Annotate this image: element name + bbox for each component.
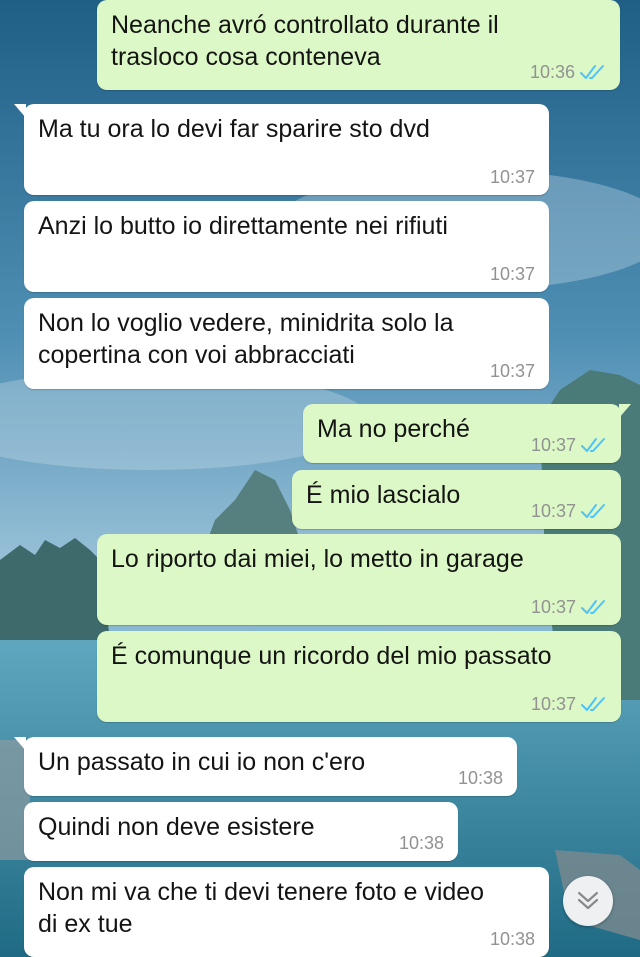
double-check-icon: [580, 65, 604, 79]
incoming-message[interactable]: Ma tu ora lo devi far sparire sto dvd 10:…: [14, 104, 549, 195]
message-time: 10:38: [457, 768, 503, 788]
double-check-icon: [581, 697, 605, 711]
incoming-message[interactable]: Anzi lo butto io direttamente nei rifiut…: [24, 201, 549, 292]
message-time: 10:37: [489, 264, 535, 284]
message-text: Anzi lo butto io direttamente nei rifiut…: [38, 212, 448, 240]
message-text: Lo riporto dai miei, lo metto in garage: [111, 545, 524, 573]
outgoing-message[interactable]: É comunque un ricordo del mio passato 10:…: [97, 631, 621, 722]
message-meta: 10:38: [399, 833, 444, 853]
message-meta: 10:37: [531, 694, 607, 714]
message-time: 10:38: [489, 929, 535, 949]
message-time: 10:37: [530, 694, 576, 714]
message-meta: 10:36: [530, 62, 606, 82]
message-time: 10:37: [530, 435, 576, 455]
message-text: Non lo voglio vedere, minidrita solo la …: [38, 309, 454, 369]
message-text: Ma tu ora lo devi far sparire sto dvd: [38, 115, 430, 143]
message-time: 10:36: [529, 62, 575, 82]
message-text: Quindi non deve esistere: [38, 813, 315, 841]
message-meta: 10:37: [490, 361, 535, 381]
message-time: 10:37: [489, 361, 535, 381]
message-time: 10:37: [489, 167, 535, 187]
incoming-message[interactable]: Non lo voglio vedere, minidrita solo la …: [24, 298, 549, 389]
message-text: Un passato in cui io non c'ero: [38, 748, 366, 776]
double-check-icon: [581, 438, 605, 452]
scroll-to-bottom-button[interactable]: [563, 876, 613, 926]
message-time: 10:37: [530, 501, 576, 521]
message-meta: 10:37: [490, 167, 535, 187]
message-meta: 10:37: [531, 501, 607, 521]
chevron-double-down-icon: [577, 891, 599, 910]
message-meta: 10:37: [531, 435, 607, 455]
bubble-tail: [14, 737, 26, 751]
message-meta: 10:38: [490, 929, 535, 949]
message-time: 10:38: [398, 833, 444, 853]
double-check-icon: [581, 504, 605, 518]
message-list[interactable]: Neanche avró controllato durante il tras…: [0, 0, 640, 957]
message-meta: 10:38: [458, 768, 503, 788]
message-meta: 10:37: [490, 264, 535, 284]
message-meta: 10:37: [531, 597, 607, 617]
outgoing-message[interactable]: Ma no perché 10:37: [303, 404, 631, 463]
message-time: 10:37: [530, 597, 576, 617]
outgoing-message[interactable]: Lo riporto dai miei, lo metto in garage 1…: [97, 534, 621, 625]
incoming-message[interactable]: Un passato in cui io non c'ero 10:38: [14, 737, 517, 796]
incoming-message[interactable]: Non mi va che ti devi tenere foto e vide…: [24, 867, 549, 957]
outgoing-message[interactable]: Neanche avró controllato durante il tras…: [97, 0, 620, 90]
bubble-tail: [619, 404, 631, 418]
message-text: É comunque un ricordo del mio passato: [111, 642, 552, 670]
outgoing-message[interactable]: É mio lascialo 10:37: [292, 470, 621, 529]
double-check-icon: [581, 600, 605, 614]
incoming-message[interactable]: Quindi non deve esistere 10:38: [24, 802, 458, 861]
message-text: Non mi va che ti devi tenere foto e vide…: [38, 878, 485, 938]
bubble-tail: [14, 104, 26, 118]
